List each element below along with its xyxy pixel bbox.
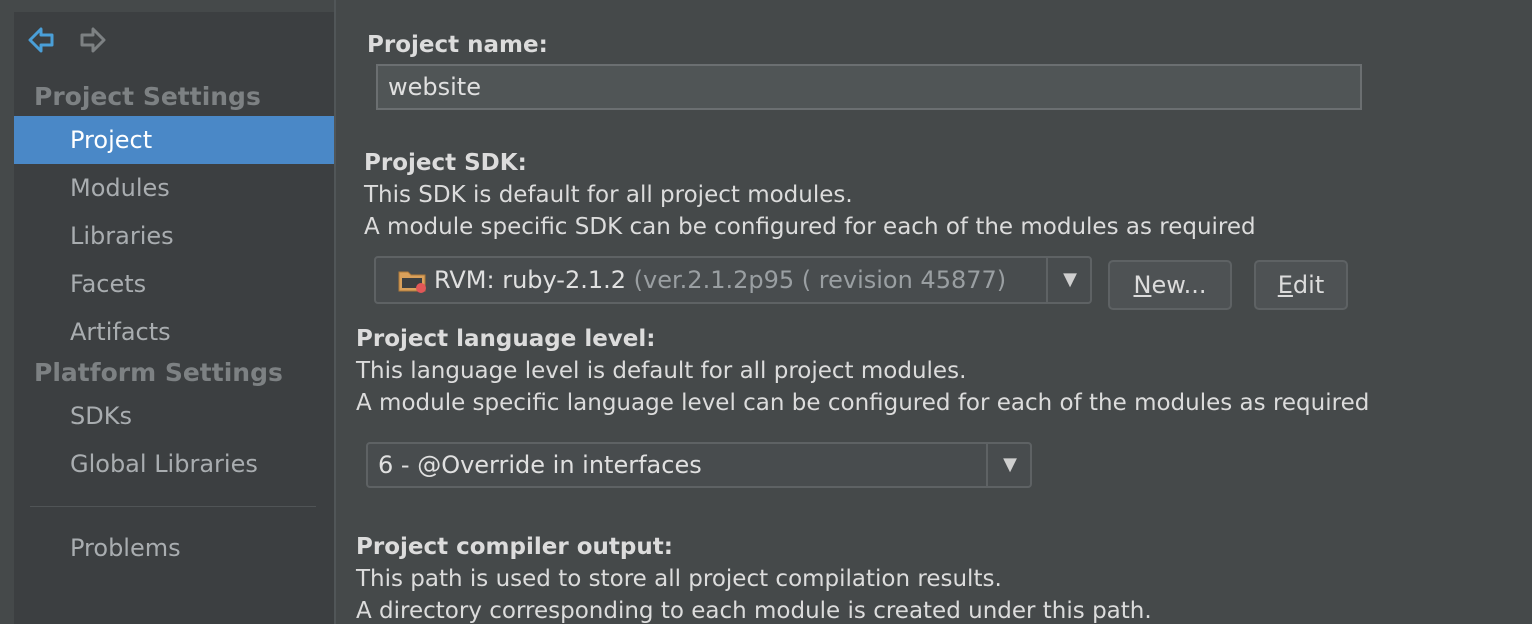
- language-level-label: Project language level:: [356, 326, 656, 352]
- language-level-dropdown[interactable]: 6 - @Override in interfaces ▼: [366, 442, 1032, 488]
- sidebar-item-artifacts[interactable]: Artifacts: [14, 308, 334, 356]
- project-name-label: Project name:: [367, 32, 548, 58]
- sidebar-item-sdks[interactable]: SDKs: [14, 392, 334, 440]
- project-name-input[interactable]: website: [376, 64, 1362, 110]
- sdk-description-1: This SDK is default for all project modu…: [364, 182, 853, 208]
- new-button-mnemonic: N: [1133, 271, 1152, 299]
- sidebar-divider[interactable]: [334, 0, 336, 624]
- sdk-dropdown[interactable]: RVM: ruby-2.1.2 (ver.2.1.2p95 ( revision…: [374, 256, 1092, 304]
- sidebar-top-edge: [0, 0, 334, 12]
- language-level-description-1: This language level is default for all p…: [356, 358, 967, 384]
- compiler-output-label: Project compiler output:: [356, 534, 673, 560]
- dropdown-separator: [986, 444, 988, 486]
- sdk-description-2: A module specific SDK can be configured …: [364, 214, 1256, 240]
- project-sdk-label: Project SDK:: [364, 150, 527, 176]
- sidebar-item-modules[interactable]: Modules: [14, 164, 334, 212]
- folder-icon: [398, 268, 428, 298]
- dropdown-separator: [1046, 258, 1048, 302]
- sdk-selected-version: (ver.2.1.2p95 ( revision 45877): [633, 266, 1007, 294]
- edit-button-label: dit: [1292, 271, 1325, 299]
- sidebar-item-problems[interactable]: Problems: [14, 524, 334, 572]
- new-button-label: ew...: [1151, 271, 1207, 299]
- sidebar-item-project[interactable]: Project: [14, 116, 334, 164]
- sidebar-item-libraries[interactable]: Libraries: [14, 212, 334, 260]
- edit-sdk-button[interactable]: Edit: [1254, 260, 1348, 310]
- chevron-down-icon[interactable]: ▼: [990, 444, 1030, 486]
- new-sdk-button[interactable]: New...: [1108, 260, 1232, 310]
- language-level-selected: 6 - @Override in interfaces: [378, 451, 702, 479]
- sidebar-item-facets[interactable]: Facets: [14, 260, 334, 308]
- project-settings-header: Project Settings: [34, 82, 261, 111]
- language-level-description-2: A module specific language level can be …: [356, 390, 1370, 416]
- sidebar-left-edge: [0, 0, 14, 624]
- platform-settings-header: Platform Settings: [34, 358, 283, 387]
- chevron-down-icon[interactable]: ▼: [1050, 258, 1090, 302]
- sidebar-separator: [30, 506, 316, 507]
- compiler-output-description-2: A directory corresponding to each module…: [356, 598, 1152, 624]
- edit-button-mnemonic: E: [1277, 271, 1293, 299]
- compiler-output-description-1: This path is used to store all project c…: [356, 566, 1002, 592]
- sdk-selected-name: RVM: ruby-2.1.2: [434, 266, 627, 294]
- sidebar-item-global-libraries[interactable]: Global Libraries: [14, 440, 334, 488]
- arrow-left-icon[interactable]: [28, 26, 56, 54]
- arrow-right-icon[interactable]: [78, 26, 106, 54]
